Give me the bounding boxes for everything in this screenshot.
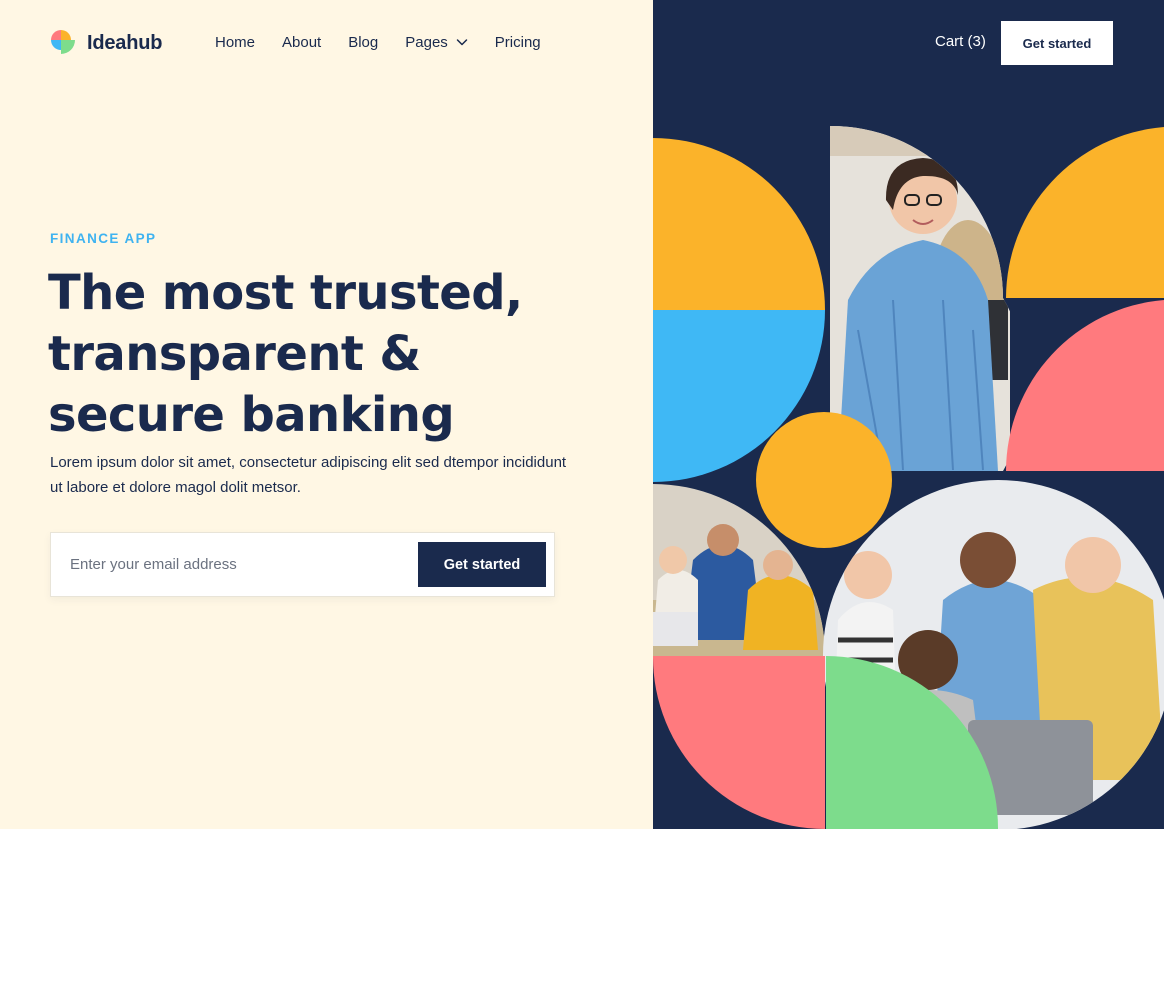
nav-blog[interactable]: Blog: [348, 31, 378, 53]
yellow-center-circle: [756, 412, 892, 548]
petal-logo-icon: [51, 30, 75, 54]
nav-pages-label: Pages: [405, 33, 448, 51]
email-signup-form: Get started: [50, 532, 555, 597]
collage-art: [653, 126, 1164, 829]
hero-eyebrow: FINANCE APP: [50, 231, 157, 246]
nav-pricing[interactable]: Pricing: [495, 31, 541, 53]
yellow-half-circle: [653, 138, 825, 310]
hero-get-started-button[interactable]: Get started: [418, 542, 546, 587]
nav-pages[interactable]: Pages: [405, 31, 468, 53]
hero-left-panel: Ideahub Home About Blog Pages Pricing FI…: [0, 0, 653, 829]
nav-home[interactable]: Home: [215, 31, 255, 53]
hero-headline: The most trusted, transparent & secure b…: [48, 265, 523, 443]
below-fold-area: [0, 829, 1164, 990]
brand-name: Ideahub: [87, 31, 163, 54]
email-input[interactable]: [51, 533, 416, 596]
main-nav: Home About Blog Pages Pricing: [215, 31, 541, 53]
nav-about[interactable]: About: [282, 31, 321, 53]
brand-logo[interactable]: Ideahub: [50, 29, 162, 57]
cart-link[interactable]: Cart (3): [935, 31, 986, 53]
header-get-started-button[interactable]: Get started: [1001, 21, 1113, 65]
coral-bottom-quarter: [653, 656, 825, 829]
woman-with-glasses-photo: [830, 126, 1010, 471]
chevron-down-icon: [456, 39, 468, 46]
landing-page: Ideahub Home About Blog Pages Pricing FI…: [0, 0, 1164, 990]
hero-subtext: Lorem ipsum dolor sit amet, consectetur …: [50, 454, 567, 496]
hero-collage-panel: Cart (3) Get started: [653, 0, 1164, 829]
yellow-quarter-circle: [1006, 127, 1164, 298]
coral-quarter-circle: [1006, 300, 1164, 471]
